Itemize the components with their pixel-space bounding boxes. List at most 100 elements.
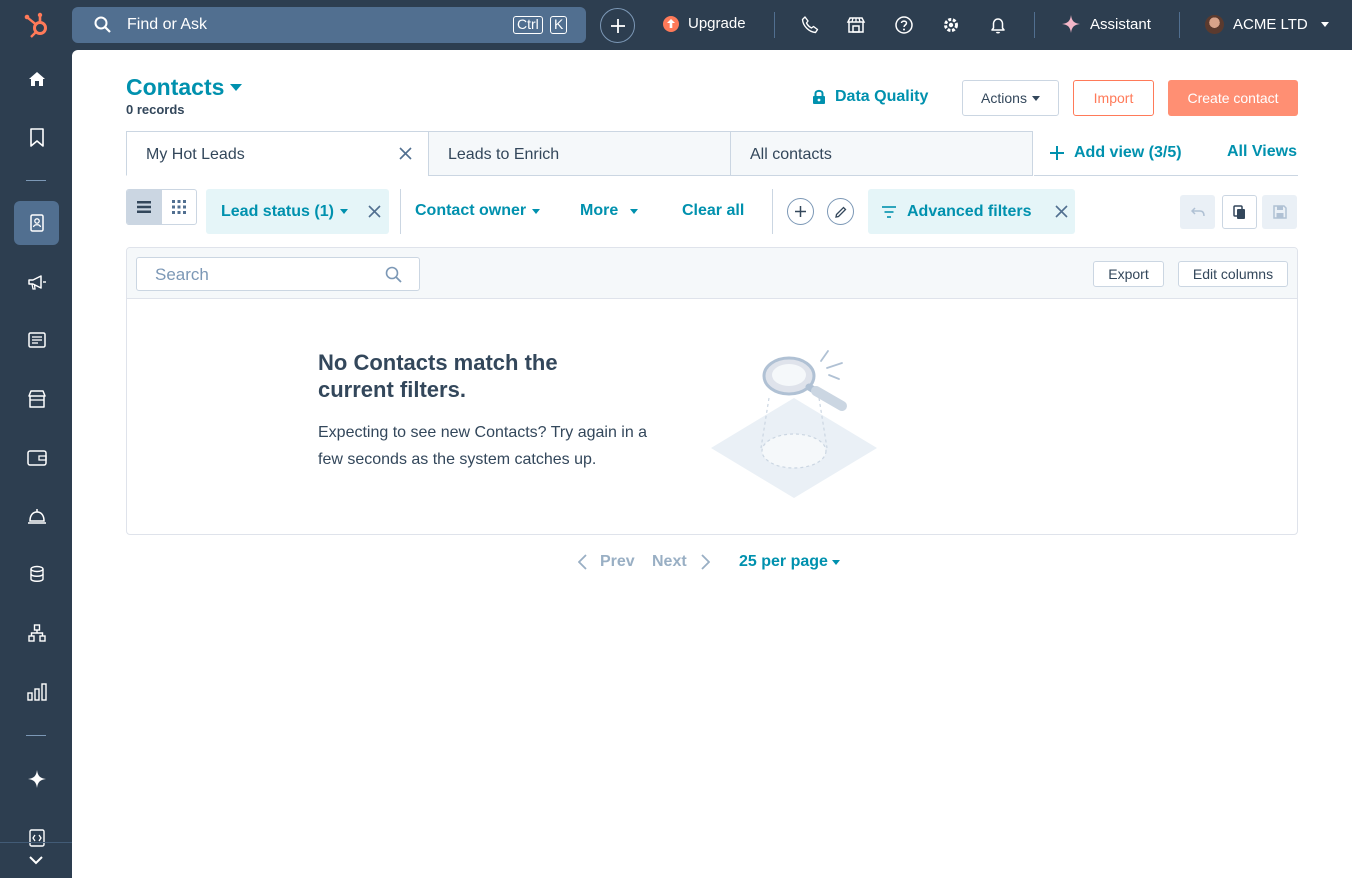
nav-divider	[26, 735, 46, 736]
shortcut-key-k: K	[550, 16, 568, 34]
marketplace-icon[interactable]	[846, 15, 866, 35]
import-label: Import	[1093, 90, 1134, 106]
edit-filters-button[interactable]	[827, 198, 854, 225]
contact-owner-filter[interactable]: Contact owner	[415, 202, 541, 220]
empty-state-description: Expecting to see new Contacts? Try again…	[318, 424, 648, 468]
table-toolbar: Search Export Edit columns	[127, 248, 1297, 299]
prev-page-button[interactable]: Prev	[578, 553, 635, 571]
global-search-input[interactable]: Find or Ask Ctrl K	[72, 7, 586, 43]
nav-reporting-icon[interactable]	[14, 670, 59, 714]
nav-content-icon[interactable]	[14, 318, 59, 362]
view-tab-all-contacts[interactable]: All contacts	[730, 131, 1033, 176]
upgrade-button[interactable]: Upgrade	[663, 15, 746, 32]
add-view-button[interactable]: Add view (3/5)	[1050, 144, 1182, 162]
clone-view-button[interactable]	[1222, 195, 1257, 229]
per-page-label: 25 per page	[739, 553, 828, 570]
next-page-button[interactable]: Next	[652, 553, 710, 571]
lock-icon	[813, 89, 825, 104]
divider	[772, 189, 773, 234]
more-filters-button[interactable]: More	[580, 202, 639, 220]
divider	[400, 189, 401, 234]
search-placeholder: Search	[155, 265, 209, 284]
nav-breeze-icon[interactable]	[14, 757, 59, 801]
nav-data-icon[interactable]	[14, 552, 59, 596]
tabs-underline	[1034, 175, 1298, 176]
nav-service-icon[interactable]	[14, 494, 59, 538]
data-quality-label: Data Quality	[835, 88, 929, 105]
hubspot-logo-icon[interactable]	[22, 10, 52, 40]
records-table: Search Export Edit columns No Contacts m…	[126, 247, 1298, 535]
divider	[1179, 12, 1180, 38]
search-icon	[94, 16, 111, 33]
nav-home-icon[interactable]	[14, 57, 59, 101]
export-button[interactable]: Export	[1093, 261, 1164, 287]
side-navigation	[0, 50, 72, 878]
contact-owner-label: Contact owner	[415, 202, 527, 219]
caret-down-icon	[339, 209, 348, 214]
add-filter-button[interactable]	[787, 198, 814, 225]
view-tab-leads-to-enrich[interactable]: Leads to Enrich	[428, 131, 731, 176]
per-page-selector[interactable]: 25 per page	[739, 553, 840, 571]
account-menu[interactable]: ACME LTD	[1205, 15, 1329, 34]
nav-commerce-icon[interactable]	[14, 377, 59, 421]
sparkle-icon	[1062, 15, 1080, 33]
board-view-button[interactable]	[162, 190, 197, 224]
save-view-button[interactable]	[1262, 195, 1297, 229]
close-icon[interactable]	[368, 205, 381, 218]
close-icon[interactable]	[1055, 205, 1068, 218]
export-label: Export	[1108, 266, 1149, 282]
advanced-filters-button[interactable]: Advanced filters	[868, 189, 1075, 234]
nav-payments-icon[interactable]	[14, 436, 59, 480]
divider	[774, 12, 775, 38]
object-selector[interactable]: Contacts	[126, 74, 243, 101]
undo-button[interactable]	[1180, 195, 1215, 229]
notifications-bell-icon[interactable]	[988, 15, 1008, 35]
undo-icon	[1190, 207, 1205, 217]
copy-icon	[1233, 204, 1245, 219]
actions-dropdown-button[interactable]: Actions	[962, 80, 1059, 116]
next-label: Next	[652, 553, 687, 570]
import-button[interactable]: Import	[1073, 80, 1154, 116]
grid-icon	[171, 200, 186, 214]
assistant-button[interactable]: Assistant	[1062, 15, 1151, 33]
quick-create-button[interactable]	[600, 8, 635, 43]
table-search-input[interactable]: Search	[136, 257, 420, 291]
all-views-link[interactable]: All Views	[1227, 143, 1297, 161]
actions-label: Actions	[981, 90, 1027, 106]
create-contact-button[interactable]: Create contact	[1168, 80, 1298, 116]
help-icon[interactable]	[894, 15, 914, 35]
top-navigation-bar: Find or Ask Ctrl K Upgrade Assistant ACM…	[0, 0, 1352, 50]
edit-columns-button[interactable]: Edit columns	[1178, 261, 1288, 287]
plus-icon	[795, 206, 806, 217]
nav-contacts-icon[interactable]	[14, 201, 59, 245]
nav-expand-button[interactable]	[0, 842, 72, 878]
phone-icon[interactable]	[800, 15, 820, 35]
lead-status-label: Lead status (1)	[221, 202, 334, 220]
lead-status-filter[interactable]: Lead status (1)	[206, 189, 389, 234]
chevron-left-icon	[578, 554, 587, 570]
plus-icon	[1050, 146, 1064, 160]
shortcut-key-ctrl: Ctrl	[513, 16, 543, 34]
save-icon	[1272, 205, 1287, 219]
chevron-right-icon	[701, 554, 710, 570]
nav-automation-icon[interactable]	[14, 611, 59, 655]
divider	[1034, 12, 1035, 38]
view-tab-my-hot-leads[interactable]: My Hot Leads	[126, 131, 429, 176]
create-contact-label: Create contact	[1187, 90, 1279, 106]
clear-all-button[interactable]: Clear all	[682, 202, 744, 220]
close-icon[interactable]	[399, 147, 412, 160]
filter-icon	[882, 205, 896, 218]
edit-columns-label: Edit columns	[1192, 266, 1274, 282]
nav-bookmark-icon[interactable]	[14, 115, 59, 159]
magnifying-glass-illustration	[711, 350, 877, 498]
caret-down-icon	[831, 559, 840, 565]
settings-gear-icon[interactable]	[941, 15, 961, 35]
data-quality-button[interactable]: Data Quality	[812, 88, 928, 106]
main-content: Contacts 0 records Data Quality Actions …	[72, 50, 1352, 878]
nav-marketing-icon[interactable]	[14, 260, 59, 304]
assistant-label: Assistant	[1090, 15, 1151, 33]
clear-all-label: Clear all	[682, 202, 745, 219]
caret-down-icon	[230, 84, 243, 91]
search-label: Find or Ask	[127, 16, 208, 33]
table-view-button[interactable]	[127, 190, 162, 224]
